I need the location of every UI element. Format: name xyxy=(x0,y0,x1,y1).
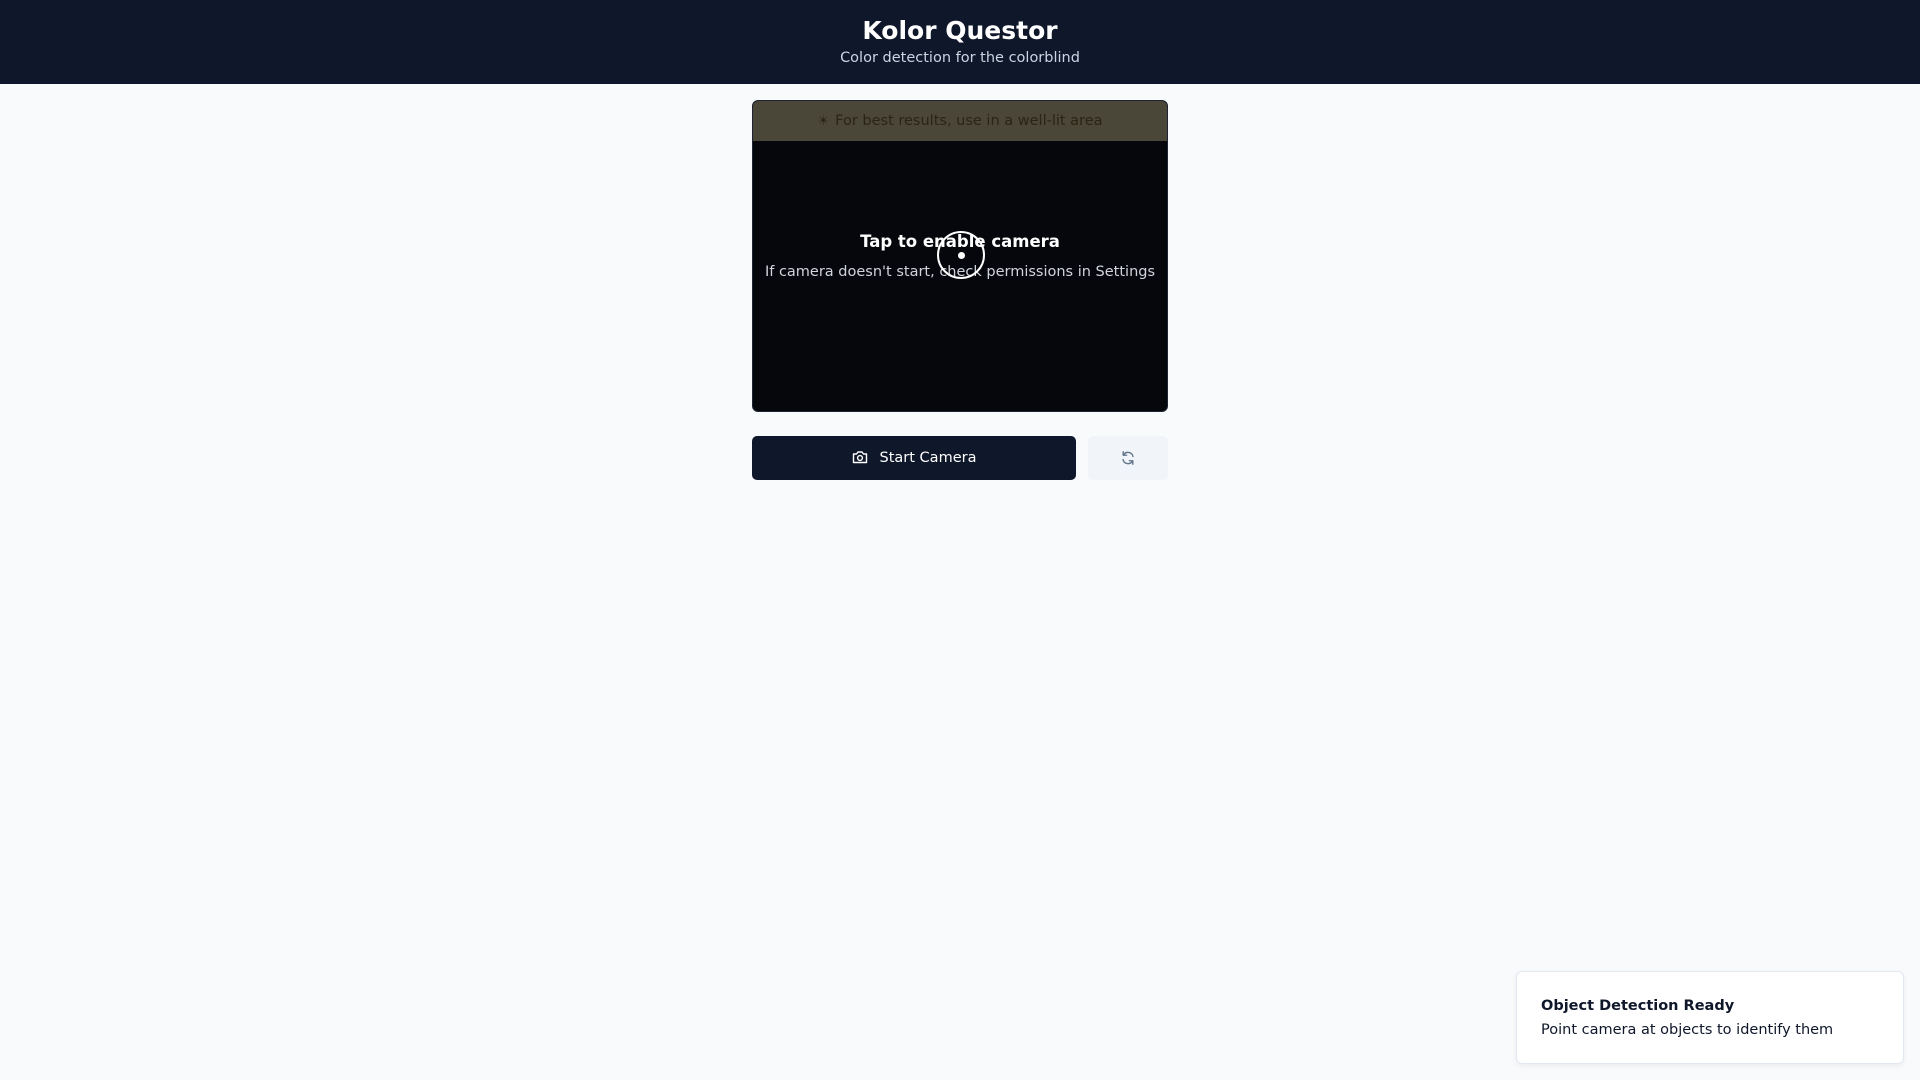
app-subtitle: Color detection for the colorblind xyxy=(840,50,1080,66)
app-title: Kolor Questor xyxy=(862,16,1058,45)
camera-view[interactable]: ☀ For best results, use in a well-lit are… xyxy=(752,100,1168,412)
toast-message: Point camera at objects to identify them xyxy=(1541,1022,1834,1038)
sun-icon: ☀ xyxy=(817,114,830,129)
toast-title: Object Detection Ready xyxy=(1541,998,1735,1014)
focus-reticle-icon xyxy=(937,231,985,279)
lighting-tip-banner: ☀ For best results, use in a well-lit are… xyxy=(753,101,1167,141)
start-camera-label: Start Camera xyxy=(879,450,977,466)
refresh-icon xyxy=(1122,451,1134,465)
camera-icon xyxy=(852,450,867,463)
focus-dot xyxy=(958,252,965,259)
refresh-button[interactable] xyxy=(1088,436,1168,480)
app-header: Kolor Questor Color detection for the co… xyxy=(0,0,1920,84)
start-camera-button[interactable]: Start Camera xyxy=(752,436,1076,480)
notification-toast: Object Detection Ready Point camera at o… xyxy=(1516,971,1904,1064)
lighting-tip-text: For best results, use in a well-lit area xyxy=(835,113,1103,129)
